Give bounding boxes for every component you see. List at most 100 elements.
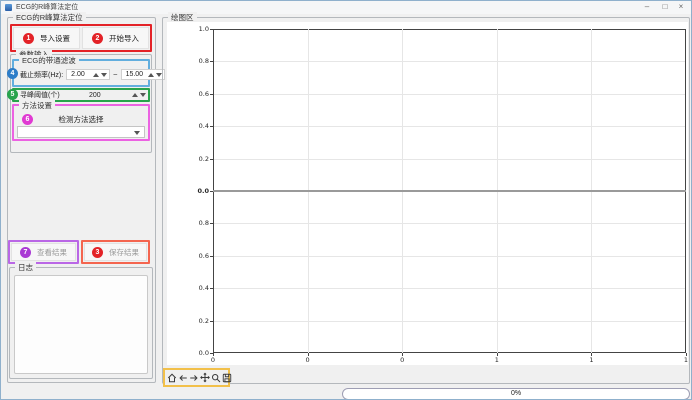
progress-text: 0% [511,390,521,397]
save-results-button[interactable]: 3 保存结果 [84,243,147,261]
tick-mark [308,353,309,356]
gridline [214,126,685,127]
tick-mark [210,159,213,160]
low-cutoff-spinbox[interactable]: 2.00 [66,69,110,80]
view-results-label: 查看结果 [37,247,67,258]
gridline [214,159,685,160]
log-textarea[interactable] [14,275,148,374]
import-annotation-box: 1 导入设置 2 开始导入 [10,24,152,52]
forward-icon[interactable] [189,372,199,384]
subplot-frame [213,29,686,191]
minimize-button[interactable]: – [639,1,655,13]
y-tick-label: 0.6 [181,252,209,260]
tick-mark [210,256,213,257]
tick-mark [210,288,213,289]
y-tick-label: 0.4 [181,122,209,130]
tick-mark [497,353,498,356]
x-tick-label: 0 [392,356,412,364]
threshold-row: 寻峰阈值(个) 200 [20,90,146,100]
view-results-button[interactable]: 7 查看结果 [11,243,76,261]
maximize-button[interactable]: □ [657,1,673,13]
close-button[interactable]: × [673,1,689,13]
x-tick-label: 1 [581,356,601,364]
range-separator: ~ [113,70,117,79]
left-panel-title: ECG的R峰算法定位 [13,12,86,23]
save-icon[interactable] [222,372,232,384]
badge-3: 3 [92,247,103,258]
method-combobox-value [18,135,21,142]
badge-1: 1 [23,33,34,44]
y-tick-label: 0.2 [181,317,209,325]
tick-mark [210,223,213,224]
chevron-down-icon [134,131,140,135]
app-icon [5,4,12,11]
app-window: ECG的R峰算法定位 – □ × ECG的R峰算法定位 1 导入设置 2 开始导… [0,0,692,400]
view-results-annotation-box: 7 查看结果 [8,240,79,264]
tick-mark [591,353,592,356]
log-groupbox: 日志 [9,267,153,379]
start-import-label: 开始导入 [109,33,139,44]
progress-bar: 0% [342,388,690,400]
tick-mark [686,353,687,356]
x-tick-label: 0 [298,356,318,364]
method-title: 方法设置 [19,100,55,111]
gridline [214,256,685,257]
gridline [214,321,685,322]
back-icon[interactable] [178,372,188,384]
tick-mark [210,61,213,62]
y-tick-label: 0.8 [181,57,209,65]
tick-mark [210,126,213,127]
low-cutoff-value: 2.00 [69,71,91,78]
tick-mark [210,321,213,322]
badge-5: 5 [7,89,18,100]
spinner-arrows-icon[interactable] [93,73,107,77]
tick-mark [210,94,213,95]
log-title: 日志 [15,262,36,273]
subplot-frame [213,191,686,353]
cutoff-row: 截止频率(Hz): 2.00 ~ 15.00 [20,69,146,80]
import-settings-label: 导入设置 [40,33,70,44]
badge-4: 4 [7,68,18,79]
home-icon[interactable] [167,372,177,384]
method-annotation-box: 方法设置 6 检测方法选择 [12,104,150,141]
badge-2: 2 [92,33,103,44]
subplot-divider [213,190,686,192]
y-tick-label: 0.2 [181,155,209,163]
threshold-label: 寻峰阈值(个) [20,90,60,100]
method-select-label: 检测方法选择 [14,114,148,125]
plot-toolbar [163,368,230,387]
tick-mark [402,353,403,356]
spinner-arrows-icon[interactable] [132,93,146,97]
start-import-button[interactable]: 2 开始导入 [82,27,149,49]
pan-icon[interactable] [200,372,210,384]
x-tick-label: 1 [487,356,507,364]
high-cutoff-spinbox[interactable]: 15.00 [121,69,165,80]
gridline [214,61,685,62]
high-cutoff-value: 15.00 [124,71,146,78]
import-settings-button[interactable]: 1 导入设置 [13,27,80,49]
bandpass-title: ECG的带通滤波 [19,55,79,66]
badge-7: 7 [20,247,31,258]
spinner-arrows-icon[interactable] [148,73,162,77]
tick-mark [210,29,213,30]
tick-mark [210,191,213,192]
titlebar: ECG的R峰算法定位 – □ × [1,1,691,14]
bandpass-annotation-box: ECG的带通滤波 4 截止频率(Hz): 2.00 ~ 15.00 [12,59,150,87]
save-results-label: 保存结果 [109,247,139,258]
x-tick-label: 1 [676,356,692,364]
method-combobox[interactable] [17,126,145,138]
plot-axes[interactable]: 1.00.80.60.40.20.00.80.60.40.20.0000111 [213,29,686,353]
y-tick-label: 1.0 [181,25,209,33]
y-tick-label: 0.8 [181,219,209,227]
gridline [214,94,685,95]
tick-mark [213,353,214,356]
x-tick-label: 0 [203,356,223,364]
y-tick-label: 0.6 [181,90,209,98]
threshold-value: 200 [60,92,130,99]
y-tick-label: 0.4 [181,284,209,292]
zoom-icon[interactable] [211,372,221,384]
gridline [214,288,685,289]
cutoff-label: 截止频率(Hz): [20,70,63,80]
save-results-annotation-box: 3 保存结果 [81,240,150,264]
y-tick-label: 0.0 [181,187,209,195]
